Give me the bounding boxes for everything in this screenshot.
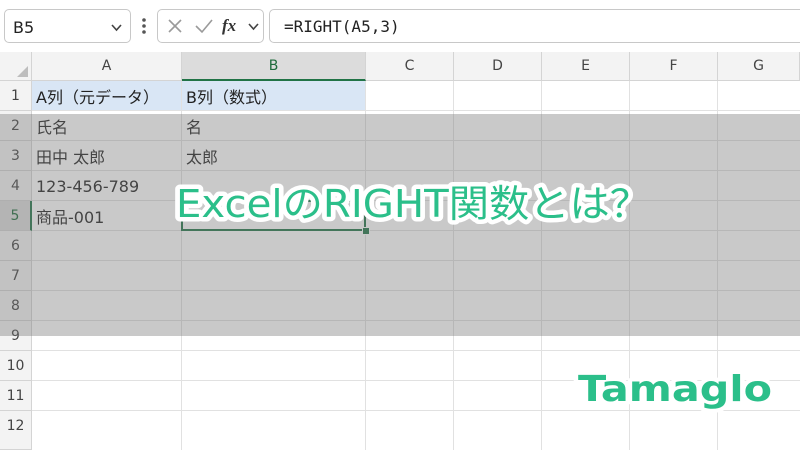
checkmark-icon[interactable] [192, 10, 216, 42]
chevron-down-icon[interactable] [111, 22, 122, 33]
chevron-down-icon[interactable] [246, 10, 260, 42]
column-header-e[interactable]: E [542, 52, 630, 81]
name-box[interactable]: B5 [4, 9, 131, 43]
overlay-title-text: ExcelのRIGHT関数とは？ [176, 182, 650, 226]
row-header-12[interactable]: 12 [0, 411, 32, 450]
formula-buttons: fx [157, 9, 264, 43]
formula-input[interactable]: =RIGHT(A5,3) [269, 9, 800, 43]
formula-text: =RIGHT(A5,3) [284, 17, 400, 36]
row-header-11[interactable]: 11 [0, 381, 32, 411]
cell-b1[interactable]: B列（数式） [182, 81, 366, 111]
formula-bar: B5 fx =RIGHT(A5,3) [0, 0, 800, 52]
fx-icon[interactable]: fx [220, 10, 244, 42]
brand-logo: Tamaglo [574, 365, 776, 414]
row-header-10[interactable]: 10 [0, 351, 32, 381]
select-all-corner[interactable] [0, 52, 32, 81]
column-header-g[interactable]: G [718, 52, 800, 81]
cancel-x-icon[interactable] [164, 10, 186, 42]
overlay-title: ExcelのRIGHT関数とは？ [174, 170, 654, 232]
column-header-a[interactable]: A [32, 52, 182, 81]
name-box-value: B5 [13, 18, 35, 37]
column-header-c[interactable]: C [366, 52, 454, 81]
more-options-icon[interactable] [138, 13, 150, 39]
column-header-d[interactable]: D [454, 52, 542, 81]
row-header-1[interactable]: 1 [0, 81, 32, 111]
column-header-f[interactable]: F [630, 52, 718, 81]
column-header-b[interactable]: B [182, 52, 366, 81]
cell-a1[interactable]: A列（元データ） [32, 81, 182, 111]
brand-text: Tamaglo [578, 369, 772, 410]
svg-text:fx: fx [222, 16, 237, 35]
